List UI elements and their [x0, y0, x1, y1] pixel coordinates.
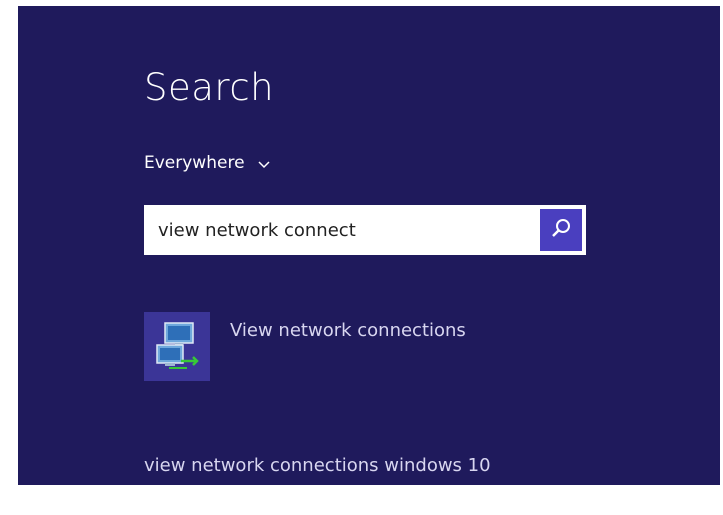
search-scope-label: Everywhere: [144, 153, 245, 173]
search-scope-dropdown[interactable]: Everywhere: [144, 153, 271, 173]
network-connections-icon: [144, 312, 210, 381]
search-charm-panel: Search Everywhere view network connect V…: [18, 6, 720, 485]
result-label: View network connections: [230, 320, 466, 341]
search-icon: [550, 217, 572, 243]
result-view-network-connections[interactable]: View network connections: [144, 312, 466, 381]
chevron-down-icon: [257, 156, 271, 170]
search-input[interactable]: [144, 205, 540, 255]
search-box: [144, 205, 586, 255]
search-suggestion[interactable]: view network connections windows 10: [144, 455, 491, 476]
page-title: Search: [144, 66, 275, 109]
search-button[interactable]: [540, 209, 582, 251]
